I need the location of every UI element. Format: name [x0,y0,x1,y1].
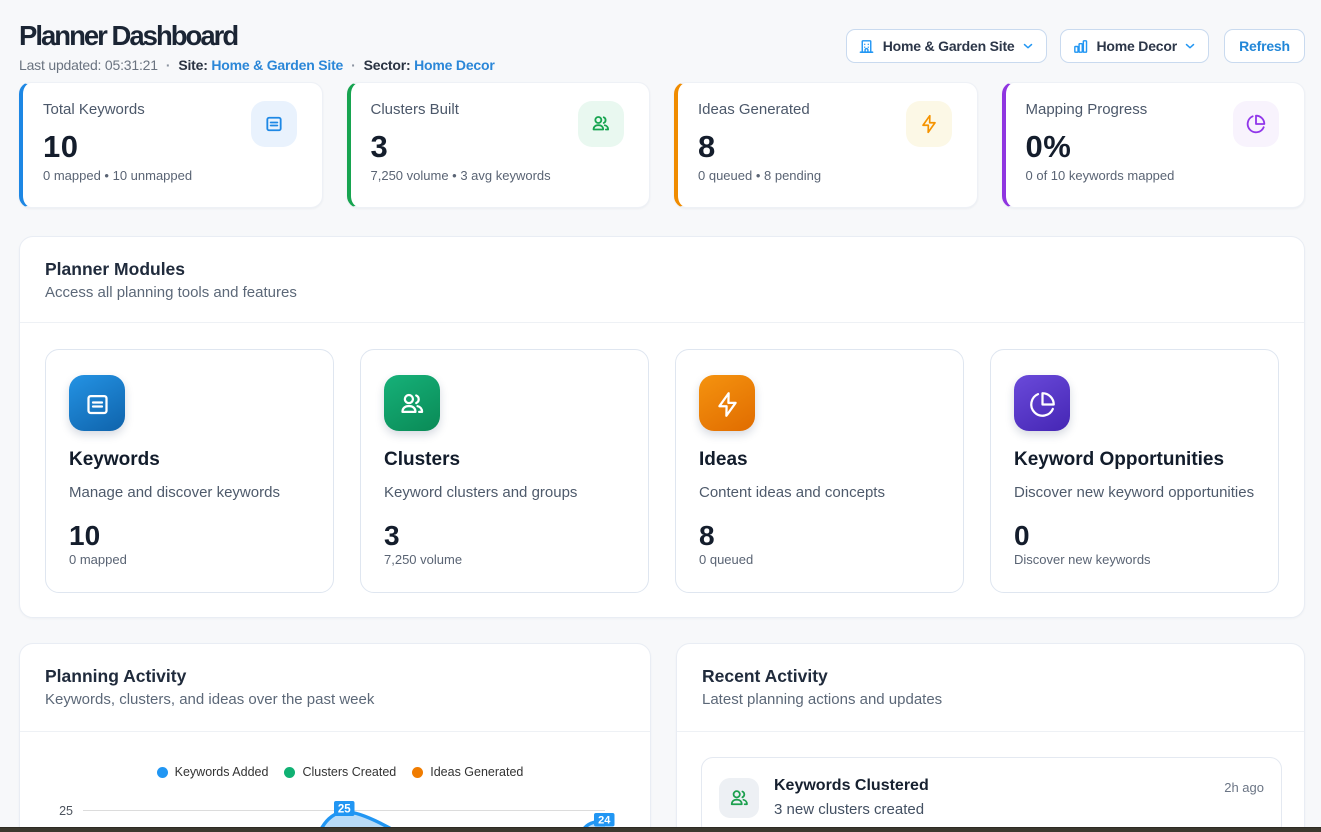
svg-text:25: 25 [59,804,73,818]
svg-text:24: 24 [598,815,611,827]
svg-text:25: 25 [338,804,351,816]
